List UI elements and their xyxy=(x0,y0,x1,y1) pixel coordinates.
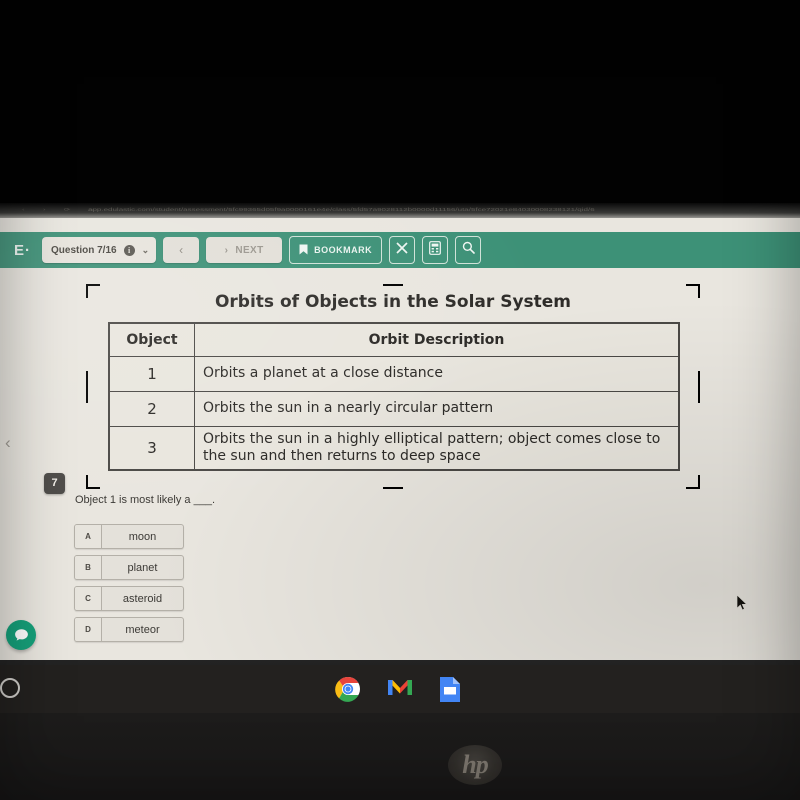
cell-object-3: 3 xyxy=(108,426,195,471)
answer-choice-b[interactable]: B planet xyxy=(74,555,184,580)
table-row: 2 Orbits the sun in a nearly circular pa… xyxy=(108,391,680,427)
choice-label-b: planet xyxy=(127,561,158,574)
table-row: 3 Orbits the sun in a highly elliptical … xyxy=(108,426,680,471)
chevron-right-icon: › xyxy=(224,244,229,256)
choice-label-c: asteroid xyxy=(122,592,163,605)
photo-dark-border-top xyxy=(0,0,800,205)
mouse-cursor xyxy=(736,594,749,617)
bookmark-button[interactable]: BOOKMARK xyxy=(289,236,383,264)
gmail-icon[interactable] xyxy=(387,676,413,702)
cell-object-1: 1 xyxy=(108,356,195,392)
slides-icon[interactable] xyxy=(439,676,465,702)
cell-description-2: Orbits the sun in a nearly circular patt… xyxy=(194,391,680,427)
image-edge-bracket-left xyxy=(86,370,100,403)
image-corner-bracket-bl xyxy=(86,475,100,489)
info-icon[interactable]: i xyxy=(123,244,135,256)
choice-letter-a: A xyxy=(75,525,102,548)
calculator-icon xyxy=(429,240,442,260)
answer-choice-list: A moon B planet C asteroid D meteor xyxy=(74,524,184,642)
stimulus-image[interactable]: Orbits of Objects in the Solar System Ob… xyxy=(86,284,700,489)
screenshot-root: ‹ › ⟳ ⌂ app.edulastic.com/student/assess… xyxy=(0,0,800,800)
sidebar-collapse-chevron[interactable]: ‹ xyxy=(5,433,11,453)
chrome-icon[interactable] xyxy=(335,676,361,702)
previous-question-button[interactable]: ‹ xyxy=(163,237,200,263)
assessment-toolbar: E· Question 7/16 i ⌄ ‹ › NEXT BOOKMARK xyxy=(0,232,800,268)
taskbar-shelf xyxy=(0,665,800,713)
search-button[interactable] xyxy=(455,236,482,264)
calculator-button[interactable] xyxy=(422,236,449,264)
question-counter-label: Question 7/16 xyxy=(51,244,117,256)
chevron-left-icon: ‹ xyxy=(179,243,184,257)
next-question-button[interactable]: › NEXT xyxy=(206,237,283,263)
bookmark-icon xyxy=(299,244,308,257)
column-header-object: Object xyxy=(108,322,195,357)
help-chat-button[interactable] xyxy=(6,620,36,650)
column-header-orbit-description: Orbit Description xyxy=(194,322,680,357)
question-number-badge[interactable]: 7 xyxy=(44,473,65,494)
cell-description-3: Orbits the sun in a highly elliptical pa… xyxy=(194,426,680,471)
assessment-page: E· Question 7/16 i ⌄ ‹ › NEXT BOOKMARK ‹… xyxy=(0,218,800,665)
next-button-label: NEXT xyxy=(235,244,264,256)
image-corner-bracket-br xyxy=(686,475,700,489)
answer-choice-d[interactable]: D meteor xyxy=(74,617,184,642)
question-counter-pill[interactable]: Question 7/16 i ⌄ xyxy=(42,237,157,263)
question-prompt: Object 1 is most likely a ___. xyxy=(75,494,216,506)
choice-letter-b: B xyxy=(75,556,102,579)
cell-description-1: Orbits a planet at a close distance xyxy=(194,356,680,392)
image-edge-bracket-bottom xyxy=(383,475,403,489)
stimulus-title: Orbits of Objects in the Solar System xyxy=(214,292,572,312)
launcher-button[interactable] xyxy=(0,678,20,698)
image-edge-bracket-right xyxy=(686,370,700,403)
search-icon xyxy=(462,241,475,259)
cell-object-2: 2 xyxy=(108,391,195,427)
eliminate-choice-button[interactable] xyxy=(389,236,416,264)
answer-choice-a[interactable]: A moon xyxy=(74,524,184,549)
choice-label-d: meteor xyxy=(125,623,160,636)
choice-label-a: moon xyxy=(128,530,157,543)
choice-letter-d: D xyxy=(75,618,102,641)
address-bar-url[interactable]: app.edulastic.com/student/assessment/5fc… xyxy=(88,207,595,212)
answer-choice-c[interactable]: C asteroid xyxy=(74,586,184,611)
edulastic-logo[interactable]: E· xyxy=(14,242,31,259)
hp-brand-logo: hp xyxy=(448,745,502,785)
close-icon xyxy=(396,241,408,259)
table-row: 1 Orbits a planet at a close distance xyxy=(108,356,680,392)
bookmark-label: BOOKMARK xyxy=(314,245,373,255)
choice-letter-c: C xyxy=(75,587,102,610)
table-header-row: Object Orbit Description xyxy=(108,322,680,357)
chevron-down-icon[interactable]: ⌄ xyxy=(142,245,150,256)
orbits-table: Object Orbit Description 1 Orbits a plan… xyxy=(108,322,680,472)
chat-bubble-icon xyxy=(13,627,30,644)
